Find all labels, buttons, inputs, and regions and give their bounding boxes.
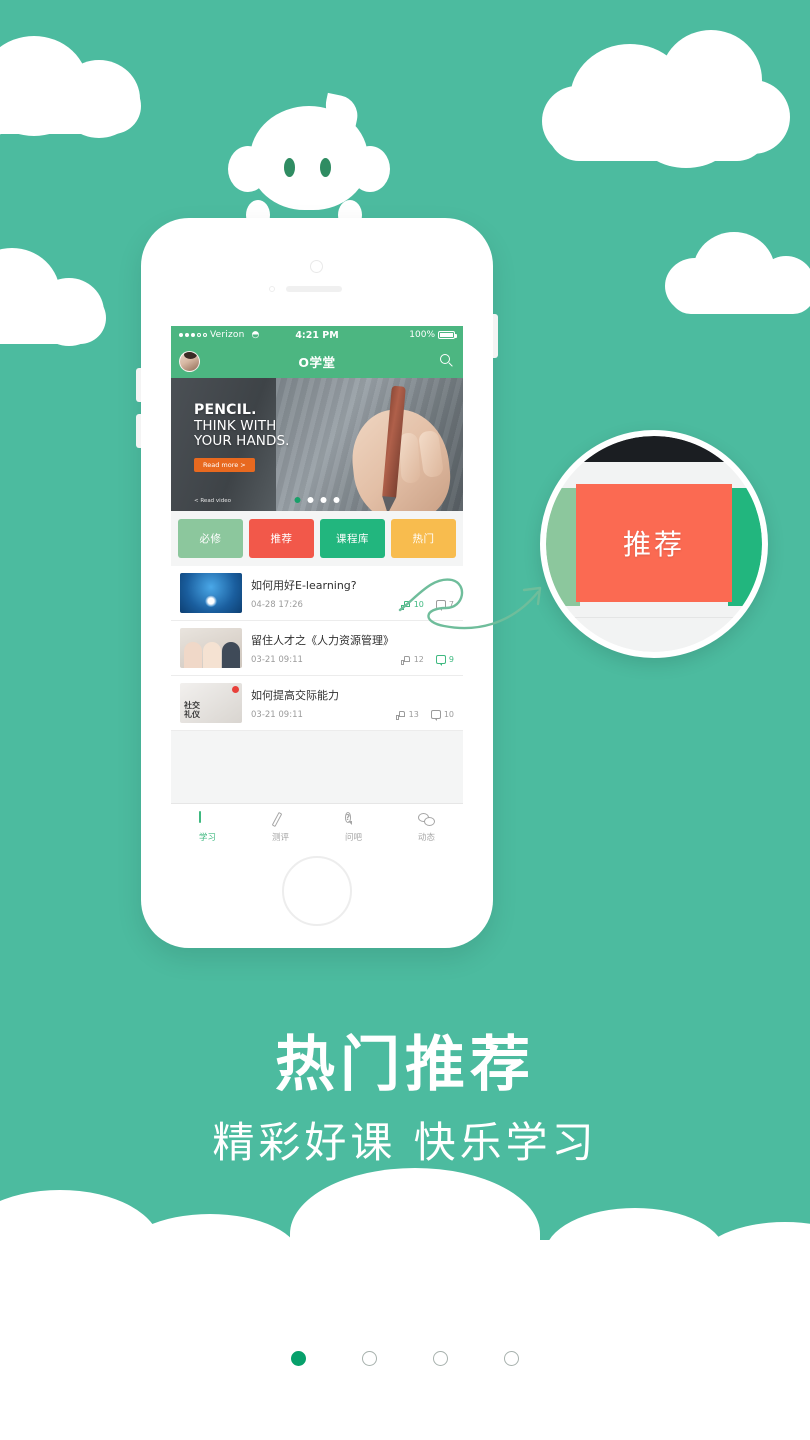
list-item-meta: 03-21 09:11 13 10 — [251, 709, 454, 721]
curly-arrow-icon — [398, 578, 542, 630]
hr-team-thumbnail — [180, 628, 242, 668]
phone-power-button[interactable] — [493, 314, 498, 358]
category-required-label: 必修 — [199, 533, 222, 545]
phone-speaker-icon — [286, 286, 342, 292]
comment-stat[interactable]: 10 — [430, 710, 454, 721]
list-item-body: 如何提高交际能力 03-21 09:11 13 10 — [242, 687, 454, 721]
banner-footer-label[interactable]: < Read video — [194, 498, 231, 504]
bottom-cloud-band — [0, 1240, 810, 1440]
status-bar-right: 100% — [409, 330, 457, 340]
question-bubble-icon: ? — [344, 811, 352, 823]
pencil-icon — [271, 811, 290, 828]
tab-qa-label: 问吧 — [344, 832, 362, 843]
list-item-stats: 13 10 — [395, 710, 454, 721]
page-dot-3[interactable] — [433, 1351, 448, 1366]
cloud-mid-right — [665, 228, 810, 318]
tab-assessment[interactable]: 测评 — [244, 804, 317, 850]
book-icon — [198, 810, 217, 828]
battery-percent-label: 100% — [409, 330, 435, 340]
thumbnail-caption: 社交 礼仪 — [184, 702, 200, 720]
category-recommended-label: 推荐 — [270, 533, 293, 545]
headline-title: 热门推荐 — [275, 1030, 535, 1100]
cloud-mid-left — [0, 240, 120, 350]
cloud-top-right — [520, 28, 795, 173]
tab-feed[interactable]: 动态 — [390, 804, 463, 850]
tab-feed-label: 动态 — [417, 832, 435, 843]
headline-subtitle: 精彩好课 快乐学习 — [212, 1118, 598, 1167]
phone-home-button[interactable] — [282, 856, 352, 926]
category-library-label: 课程库 — [336, 533, 369, 545]
chat-bubbles-icon — [417, 812, 436, 828]
list-item-title: 如何提高交际能力 — [251, 688, 339, 702]
page-dot-4[interactable] — [504, 1351, 519, 1366]
app-nav-bar: O学堂 — [171, 344, 463, 378]
carrier-label: Verizon — [210, 330, 245, 340]
banner-text: PENCIL. THINK WITH YOUR HANDS. — [194, 402, 290, 450]
category-required[interactable]: 必修 — [178, 519, 243, 558]
page-dot-1[interactable] — [291, 1351, 306, 1366]
category-hot-label: 热门 — [412, 533, 435, 545]
like-count: 13 — [408, 710, 419, 719]
tab-assessment-label: 测评 — [271, 832, 289, 843]
zoom-category-recommended-label: 推荐 — [622, 528, 685, 561]
cloud-top-left — [0, 30, 150, 140]
thumbnail-caption-line2: 礼仪 — [184, 710, 200, 720]
comment-count: 10 — [443, 710, 454, 719]
list-item-time: 04-28 17:26 — [251, 599, 303, 610]
category-library[interactable]: 课程库 — [320, 519, 385, 558]
headline-block: 热门推荐 精彩好课 快乐学习 — [0, 1032, 810, 1166]
banner-dot-4[interactable] — [333, 497, 340, 503]
list-item-time: 03-21 09:11 — [251, 709, 303, 720]
page-dot-2[interactable] — [362, 1351, 377, 1366]
category-hot[interactable]: 热门 — [391, 519, 456, 558]
banner-finger-2 — [398, 432, 421, 484]
new-badge-icon — [232, 686, 239, 693]
tab-study[interactable]: 学习 — [171, 804, 244, 850]
elearning-thumbnail — [180, 573, 242, 613]
list-item[interactable]: 社交 礼仪 如何提高交际能力 03-21 09:11 13 10 — [171, 676, 463, 731]
tab-qa[interactable]: ? 问吧 — [317, 804, 390, 850]
banner-line-1: PENCIL. — [194, 402, 257, 418]
page-indicator — [0, 1351, 810, 1366]
search-icon[interactable] — [440, 353, 455, 369]
like-stat[interactable]: 13 — [395, 710, 419, 720]
zoom-category-library — [728, 488, 762, 606]
phone-volume-up-button[interactable] — [136, 368, 141, 402]
status-bar: Verizon ◓ 4:21 PM 100% — [171, 326, 463, 344]
comment-icon — [430, 710, 441, 721]
banner-cta-button[interactable]: Read more > — [194, 458, 255, 472]
banner-dots[interactable] — [294, 497, 340, 503]
onboarding-screen: Verizon ◓ 4:21 PM 100% O学堂 PENCIL. THINK… — [0, 0, 810, 1440]
status-bar-left: Verizon ◓ — [179, 330, 259, 340]
bottom-tab-bar: 学习 测评 ? 问吧 动态 — [171, 803, 463, 850]
banner-dot-3[interactable] — [320, 497, 327, 503]
mascot-character — [228, 92, 390, 236]
phone-camera-icon — [310, 260, 323, 273]
zoom-divider — [546, 617, 762, 618]
page-title: O学堂 — [298, 354, 336, 370]
tab-study-label: 学习 — [198, 832, 216, 843]
phone-sensor-icon — [269, 286, 275, 292]
wifi-icon: ◓ — [251, 330, 260, 340]
signal-dots-icon — [179, 333, 207, 337]
banner-line-3: YOUR HANDS. — [194, 433, 290, 450]
avatar[interactable] — [179, 350, 200, 372]
mascot-eye-right — [320, 158, 331, 177]
banner-dot-2[interactable] — [307, 497, 314, 503]
banner-line-2: THINK WITH — [194, 417, 277, 434]
battery-full-icon — [438, 331, 457, 339]
zoom-banner-strip — [546, 436, 762, 462]
social-etiquette-thumbnail: 社交 礼仪 — [180, 683, 242, 723]
mascot-eye-left — [284, 158, 295, 177]
phone-volume-down-button[interactable] — [136, 414, 141, 448]
promo-banner[interactable]: PENCIL. THINK WITH YOUR HANDS. Read more… — [171, 378, 463, 511]
thumbs-up-icon — [395, 710, 406, 720]
category-buttons: 必修 推荐 课程库 热门 — [171, 511, 463, 566]
category-recommended[interactable]: 推荐 — [249, 519, 314, 558]
banner-dot-1[interactable] — [294, 497, 301, 503]
zoom-callout-content: 推荐 — [546, 436, 762, 652]
zoom-category-recommended[interactable]: 推荐 — [576, 484, 732, 602]
list-item-time: 03-21 09:11 — [251, 654, 303, 665]
